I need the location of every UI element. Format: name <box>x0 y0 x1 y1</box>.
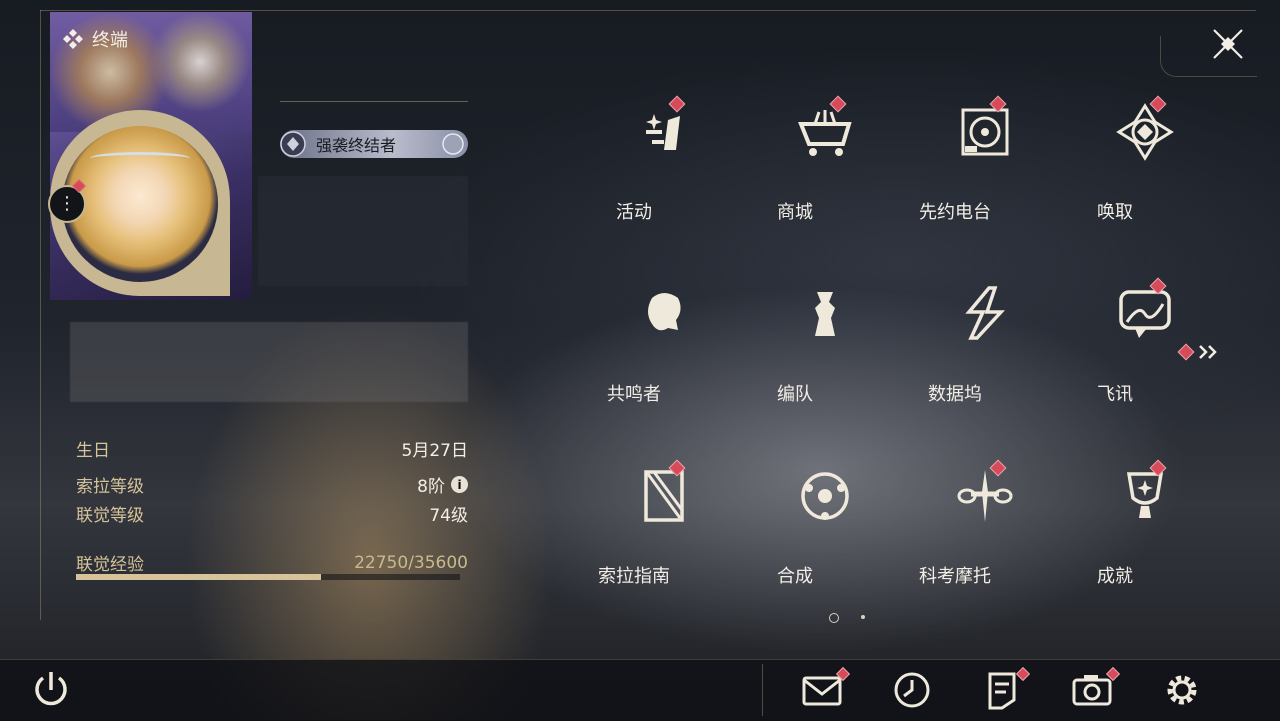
menu-item-data-bank[interactable]: 数据坞 <box>905 270 1065 450</box>
frame-top-line <box>40 10 1256 11</box>
stat-label: 索拉等级 <box>76 477 144 497</box>
stat-union-exp: 联觉经验 22750/35600 <box>76 550 468 576</box>
info-icon[interactable]: i <box>451 476 468 493</box>
menu-item-label: 活动 <box>616 202 652 223</box>
exp-progress-bar <box>76 574 460 580</box>
power-button[interactable] <box>31 670 71 710</box>
menu-item-summon[interactable]: 唤取 <box>1065 88 1225 268</box>
camera-button[interactable] <box>1072 666 1121 710</box>
menu-item-label: 成就 <box>1097 566 1133 587</box>
menu-item-shop[interactable]: 商城 <box>745 88 905 268</box>
menu-item-label: 科考摩托 <box>919 566 991 587</box>
mail-button[interactable] <box>802 666 851 710</box>
menu-item-bike[interactable]: 科考摩托 <box>905 452 1065 632</box>
hidden-signature-area <box>70 322 468 402</box>
settings-button[interactable] <box>1162 670 1202 710</box>
menu-item-label: 索拉指南 <box>598 566 670 587</box>
menu-item-team[interactable]: 编队 <box>745 270 905 450</box>
menu-item-guide[interactable]: 索拉指南 <box>584 452 744 632</box>
power-icon <box>35 672 67 706</box>
close-icon <box>1213 29 1243 59</box>
guide-icon <box>644 470 684 522</box>
title-badge-label: 强袭终结者 <box>316 136 397 155</box>
exp-progress-fill <box>76 574 322 580</box>
radio-icon <box>961 108 1009 156</box>
title-badge-ornament-icon <box>442 133 464 155</box>
notice-icon <box>988 672 1016 710</box>
menu-item-label: 合成 <box>777 566 813 587</box>
clock-button[interactable] <box>892 670 932 710</box>
camera-icon <box>1072 675 1112 706</box>
menu-item-trophy[interactable]: 成就 <box>1065 452 1225 632</box>
message-icon <box>1119 290 1171 338</box>
menu-item-label: 数据坞 <box>928 384 982 405</box>
menu-item-activity[interactable]: 活动 <box>584 88 744 268</box>
stat-value: 5月27日 <box>401 441 468 461</box>
page-dot[interactable] <box>861 615 865 619</box>
menu-item-label: 唤取 <box>1097 202 1133 223</box>
stat-value: 22750/35600 <box>354 552 468 573</box>
stat-sola-level: 索拉等级 8阶 i <box>76 472 468 497</box>
title-badge-emblem-icon <box>280 131 306 157</box>
trophy-icon <box>1126 472 1164 518</box>
close-button[interactable] <box>1206 22 1250 66</box>
bottom-divider <box>762 664 763 716</box>
stat-label: 生日 <box>76 441 110 461</box>
terminal-title: 终端 <box>92 30 128 51</box>
stat-union-level: 联觉等级 74级 <box>76 501 468 526</box>
next-page-button[interactable] <box>1177 340 1220 364</box>
summon-icon <box>1116 103 1174 161</box>
stat-birthday: 生日 5月27日 <box>76 436 468 461</box>
stat-value: 74级 <box>429 506 468 526</box>
bike-icon <box>957 470 1013 522</box>
activity-icon <box>646 114 680 150</box>
settings-icon <box>1167 675 1197 705</box>
frame-left-line <box>40 10 41 620</box>
stat-label: 联觉经验 <box>76 555 144 575</box>
terminal-icon <box>63 29 83 49</box>
more-icon: ⋮ <box>58 193 76 214</box>
badge-dot <box>1177 343 1195 361</box>
resonator-icon <box>648 293 681 331</box>
hidden-name-area <box>258 176 468 286</box>
menu-item-synthesis[interactable]: 合成 <box>745 452 905 632</box>
shop-icon <box>798 110 852 156</box>
terminal-header: 终端 <box>62 26 128 52</box>
menu-item-resonator[interactable]: 共鸣者 <box>584 270 744 450</box>
mail-icon <box>802 676 842 706</box>
title-badge[interactable]: 强袭终结者 <box>280 130 468 158</box>
stat-label: 联觉等级 <box>76 506 144 526</box>
menu-item-label: 共鸣者 <box>607 384 661 405</box>
notice-button[interactable] <box>982 666 1031 710</box>
team-icon <box>815 292 835 336</box>
stat-value: 8阶 <box>417 477 445 497</box>
menu-item-label: 编队 <box>777 384 813 405</box>
menu-item-label: 飞讯 <box>1097 384 1133 405</box>
double-chevron-right-icon <box>1199 345 1217 359</box>
menu-item-radio[interactable]: 先约电台 <box>905 88 1065 268</box>
menu-item-label: 商城 <box>777 202 813 223</box>
data-bank-icon <box>965 286 1005 340</box>
stat-value-wrap: 8阶 i <box>417 472 468 497</box>
synthesis-icon <box>801 472 849 520</box>
clock-icon <box>894 672 930 708</box>
page-dot[interactable] <box>829 613 839 623</box>
menu-item-label: 先约电台 <box>919 202 991 223</box>
nameplate-divider <box>280 101 468 102</box>
